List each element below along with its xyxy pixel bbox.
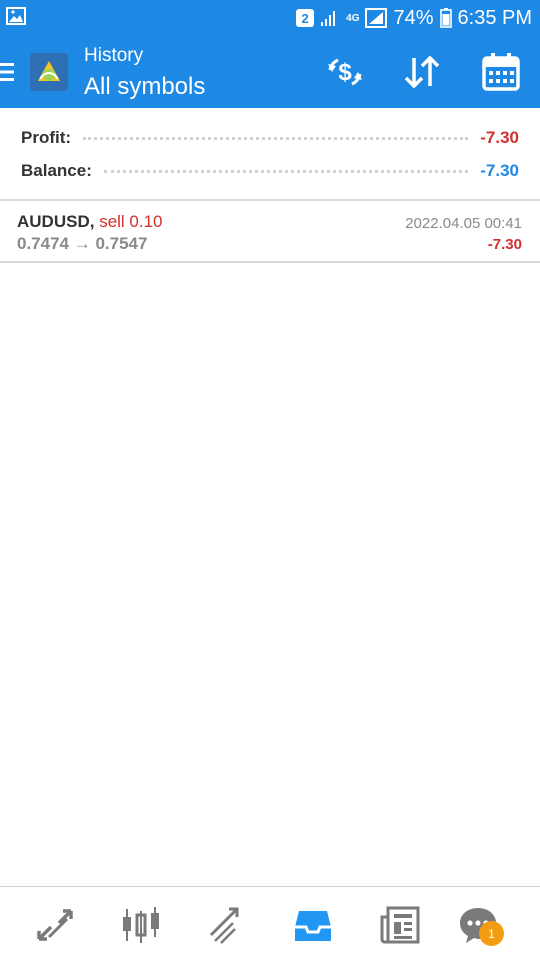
trade-row[interactable]: AUDUSD, sell 0.10 0.7474 → 0.7547 2022.0… bbox=[0, 202, 540, 263]
dot-leader bbox=[103, 169, 469, 173]
menu-icon[interactable] bbox=[0, 62, 16, 82]
close-price: 0.7547 bbox=[95, 234, 148, 253]
symbol-filter-label[interactable]: All symbols bbox=[84, 73, 205, 101]
signal-icon bbox=[321, 11, 336, 26]
arrow-right-icon: → bbox=[73, 234, 91, 253]
clock: 6:35 PM bbox=[457, 6, 532, 29]
history-icon[interactable] bbox=[293, 905, 333, 945]
svg-text:$: $ bbox=[338, 59, 352, 86]
trade-icon[interactable] bbox=[207, 905, 247, 945]
profit-label: Profit: bbox=[21, 128, 72, 147]
profit-value: -7.30 bbox=[480, 128, 519, 147]
app-bar: History All symbols $ bbox=[0, 36, 540, 108]
status-bar: 2 4G 74% 6:35 PM bbox=[0, 0, 540, 36]
calendar-icon[interactable] bbox=[480, 52, 522, 92]
balance-value: -7.30 bbox=[480, 161, 519, 180]
network-label: 4G bbox=[346, 12, 360, 24]
deposit-icon[interactable]: $ bbox=[324, 52, 366, 92]
trade-profit: -7.30 bbox=[487, 236, 522, 253]
image-notification-icon bbox=[6, 7, 26, 25]
trade-time: 2022.04.05 00:41 bbox=[405, 215, 522, 232]
balance-row: Balance: -7.30 bbox=[21, 156, 519, 186]
trade-symbol: AUDUSD, bbox=[17, 212, 95, 231]
news-icon[interactable] bbox=[380, 905, 420, 945]
page-title: History bbox=[84, 45, 144, 66]
trade-side-volume: sell 0.10 bbox=[99, 212, 163, 231]
trade-symbol-line: AUDUSD, sell 0.10 bbox=[17, 212, 163, 232]
signal-strength-icon bbox=[365, 8, 388, 28]
trade-prices: 0.7474 → 0.7547 bbox=[17, 234, 147, 254]
quotes-icon[interactable] bbox=[35, 905, 75, 945]
battery-icon bbox=[439, 8, 452, 28]
profit-row: Profit: -7.30 bbox=[21, 123, 519, 153]
battery-percent: 74% bbox=[393, 6, 434, 29]
chat-unread-badge: 1 bbox=[479, 921, 504, 946]
balance-label: Balance: bbox=[21, 161, 92, 180]
dot-leader bbox=[83, 136, 469, 140]
bottom-navigation bbox=[0, 886, 540, 960]
metatrader-logo bbox=[30, 53, 68, 91]
open-price: 0.7474 bbox=[17, 234, 69, 253]
sim-badge: 2 bbox=[296, 9, 315, 27]
sort-icon[interactable] bbox=[401, 52, 443, 92]
history-summary: Profit: -7.30 Balance: -7.30 bbox=[0, 108, 540, 201]
chart-icon[interactable] bbox=[121, 905, 161, 945]
